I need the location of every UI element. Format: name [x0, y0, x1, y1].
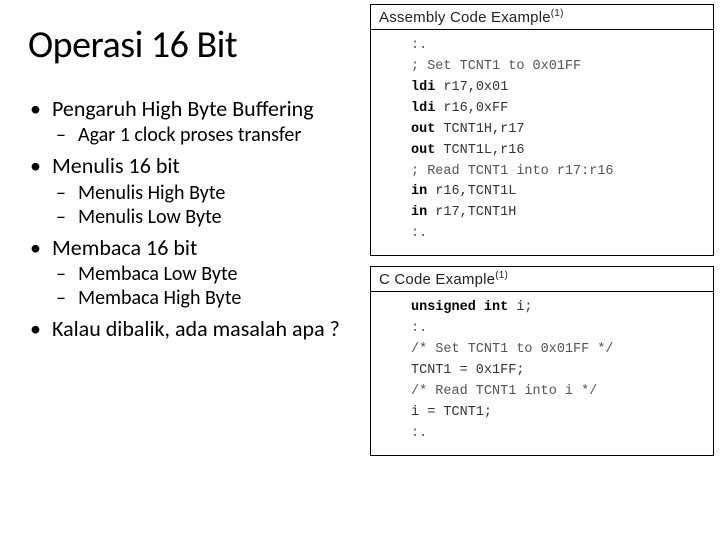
c-code-box: C Code Example(1) unsigned int i; :. /* …: [370, 266, 714, 455]
bullet-item: Membaca 16 bit Membaca Low Byte Membaca …: [28, 235, 358, 310]
sub-bullet-item: Agar 1 clock proses transfer: [52, 123, 358, 147]
bullet-item: Kalau dibalik, ada masalah apa ?: [28, 316, 358, 341]
bullet-list: Pengaruh High Byte Buffering Agar 1 cloc…: [28, 96, 358, 341]
c-code-body: unsigned int i; :. /* Set TCNT1 to 0x01F…: [371, 292, 713, 454]
sub-bullet-item: Membaca High Byte: [52, 286, 358, 310]
code-column: Assembly Code Example(1) :. ; Set TCNT1 …: [370, 0, 720, 540]
assembly-code-title: Assembly Code Example(1): [371, 5, 713, 30]
assembly-code-body: :. ; Set TCNT1 to 0x01FF ldi r17,0x01 ld…: [371, 30, 713, 255]
slide-title: Operasi 16 Bit: [28, 22, 358, 68]
bullet-text: Pengaruh High Byte Buffering: [52, 95, 314, 122]
bullet-text: Membaca 16 bit: [52, 234, 197, 261]
sub-bullet-item: Menulis High Byte: [52, 181, 358, 205]
sub-bullet-item: Menulis Low Byte: [52, 205, 358, 229]
slide-text-column: Operasi 16 Bit Pengaruh High Byte Buffer…: [0, 0, 370, 540]
bullet-item: Pengaruh High Byte Buffering Agar 1 cloc…: [28, 96, 358, 147]
sub-bullet-item: Membaca Low Byte: [52, 262, 358, 286]
bullet-text: Menulis 16 bit: [52, 152, 180, 179]
c-code-title: C Code Example(1): [371, 267, 713, 292]
bullet-text: Kalau dibalik, ada masalah apa ?: [52, 315, 340, 342]
bullet-item: Menulis 16 bit Menulis High Byte Menulis…: [28, 153, 358, 228]
assembly-code-box: Assembly Code Example(1) :. ; Set TCNT1 …: [370, 4, 714, 256]
